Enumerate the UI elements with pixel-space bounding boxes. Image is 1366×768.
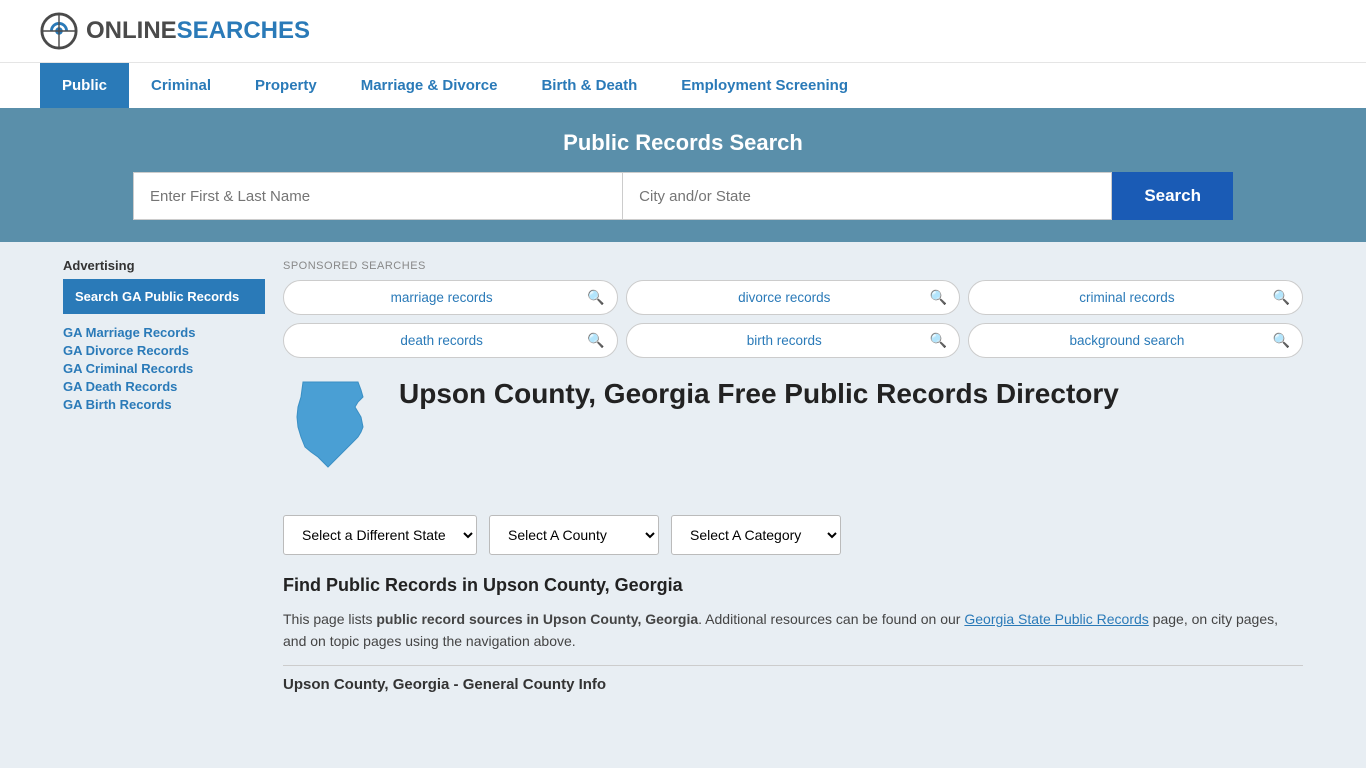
search-icon-birth: 🔍: [930, 332, 947, 349]
logo-icon: [40, 12, 78, 50]
nav-marriage-divorce[interactable]: Marriage & Divorce: [339, 63, 520, 108]
search-pills: marriage records 🔍 divorce records 🔍 cri…: [283, 280, 1303, 358]
search-banner: Public Records Search Search: [0, 108, 1366, 242]
search-icon-criminal: 🔍: [1273, 289, 1290, 306]
search-icon-marriage: 🔍: [587, 289, 604, 306]
page-title: Upson County, Georgia Free Public Record…: [399, 376, 1119, 412]
section-divider: [283, 665, 1303, 666]
sidebar-link-birth[interactable]: GA Birth Records: [63, 396, 265, 412]
search-button[interactable]: Search: [1112, 172, 1233, 220]
search-icon-divorce: 🔍: [930, 289, 947, 306]
sponsored-label: SPONSORED SEARCHES: [283, 260, 1303, 272]
main-nav: Public Criminal Property Marriage & Divo…: [0, 62, 1366, 108]
page-title-block: Upson County, Georgia Free Public Record…: [399, 372, 1119, 412]
site-header: ONLINESEARCHES: [0, 0, 1366, 62]
logo-text: ONLINESEARCHES: [86, 17, 310, 45]
nav-criminal[interactable]: Criminal: [129, 63, 233, 108]
search-form: Search: [133, 172, 1233, 220]
find-section-title: Find Public Records in Upson County, Geo…: [283, 575, 1303, 596]
sidebar-link-death[interactable]: GA Death Records: [63, 378, 265, 394]
find-section: Find Public Records in Upson County, Geo…: [283, 575, 1303, 693]
sidebar-link-marriage[interactable]: GA Marriage Records: [63, 324, 265, 340]
location-input[interactable]: [622, 172, 1112, 220]
sidebar: Advertising Search GA Public Records GA …: [63, 242, 273, 703]
county-info-label: Upson County, Georgia - General County I…: [283, 676, 606, 693]
dropdowns-row: Select a Different State Select A County…: [283, 515, 1303, 555]
county-dropdown[interactable]: Select A County: [489, 515, 659, 555]
search-icon-death: 🔍: [587, 332, 604, 349]
name-input[interactable]: [133, 172, 622, 220]
pill-background[interactable]: background search 🔍: [968, 323, 1303, 358]
state-dropdown[interactable]: Select a Different State: [283, 515, 477, 555]
category-dropdown[interactable]: Select A Category: [671, 515, 841, 555]
search-icon-background: 🔍: [1273, 332, 1290, 349]
sidebar-link-divorce[interactable]: GA Divorce Records: [63, 342, 265, 358]
nav-employment[interactable]: Employment Screening: [659, 63, 870, 108]
nav-birth-death[interactable]: Birth & Death: [519, 63, 659, 108]
pill-criminal[interactable]: criminal records 🔍: [968, 280, 1303, 315]
sidebar-ad-box[interactable]: Search GA Public Records: [63, 279, 265, 314]
find-section-body: This page lists public record sources in…: [283, 608, 1303, 653]
nav-property[interactable]: Property: [233, 63, 339, 108]
state-map: [283, 372, 383, 495]
sidebar-links: GA Marriage Records GA Divorce Records G…: [63, 324, 265, 412]
pill-death[interactable]: death records 🔍: [283, 323, 618, 358]
sidebar-link-criminal[interactable]: GA Criminal Records: [63, 360, 265, 376]
find-bold: public record sources in Upson County, G…: [376, 611, 698, 627]
georgia-map-svg: [283, 372, 383, 492]
georgia-state-link[interactable]: Georgia State Public Records: [964, 611, 1148, 627]
pill-divorce[interactable]: divorce records 🔍: [626, 280, 961, 315]
nav-public[interactable]: Public: [40, 63, 129, 108]
pill-marriage[interactable]: marriage records 🔍: [283, 280, 618, 315]
pill-birth[interactable]: birth records 🔍: [626, 323, 961, 358]
main-content: SPONSORED SEARCHES marriage records 🔍 di…: [273, 242, 1303, 703]
search-banner-title: Public Records Search: [40, 130, 1326, 156]
title-area: Upson County, Georgia Free Public Record…: [283, 372, 1303, 495]
main-wrapper: Advertising Search GA Public Records GA …: [43, 242, 1323, 703]
sidebar-ad-label: Advertising: [63, 258, 265, 273]
